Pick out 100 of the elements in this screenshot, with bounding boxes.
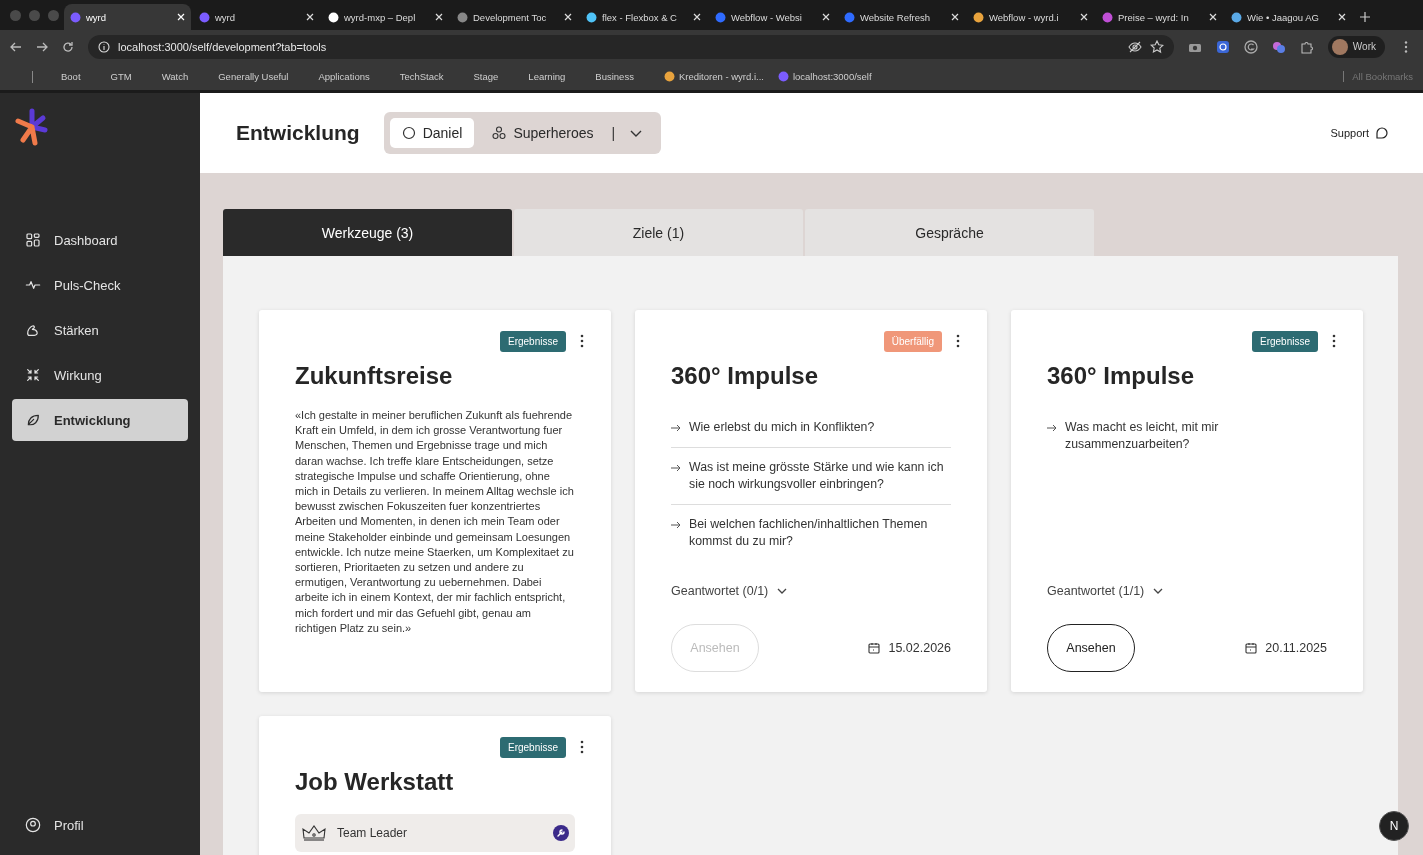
support-link[interactable]: Support: [1330, 126, 1389, 140]
puzzle-icon[interactable]: [1299, 39, 1314, 54]
favicon-icon: [844, 11, 855, 23]
circle-icon: [401, 126, 416, 140]
browser-tab[interactable]: wyrd: [193, 4, 320, 30]
favicon-icon: [70, 11, 81, 23]
browser-tab[interactable]: wyrd-mxp – Depl: [322, 4, 449, 30]
more-icon[interactable]: [580, 740, 584, 754]
card-title: Job Werkstatt: [295, 768, 455, 796]
favicon-icon: [1231, 11, 1242, 23]
question-text: Was ist meine grösste Stärke und wie kann ich sie noch wirkungsvoller einbringen?: [689, 459, 945, 493]
favicon-icon: [973, 11, 984, 23]
status-badge: Ergebnisse: [1251, 330, 1318, 352]
sidebar-item[interactable]: Dashboard: [12, 219, 188, 261]
sidebar-item[interactable]: Stärken: [12, 309, 188, 351]
browser-tab[interactable]: flex - Flexbox & C: [580, 4, 707, 30]
tab[interactable]: Werkzeuge (3): [223, 209, 512, 256]
browser-tab[interactable]: Webflow - wyrd.i: [967, 4, 1094, 30]
separator: |: [611, 125, 616, 141]
card-title: 360° Impulse: [1047, 362, 1195, 390]
view-button[interactable]: Ansehen: [1047, 624, 1135, 672]
favicon-icon: [777, 71, 789, 82]
bookmark[interactable]: GTM: [110, 71, 132, 82]
tab[interactable]: Ziele (1): [514, 209, 803, 256]
favicon-icon: [663, 71, 675, 82]
dashboard-icon: [25, 232, 41, 248]
browser-tab[interactable]: Development Toc: [451, 4, 578, 30]
more-icon[interactable]: [580, 334, 584, 348]
browser-tab[interactable]: wyrd: [64, 4, 191, 30]
chat-icon: [1375, 126, 1389, 140]
close-icon[interactable]: [822, 13, 830, 21]
close-icon[interactable]: [951, 13, 959, 21]
eye-off-icon[interactable]: [1127, 39, 1142, 54]
close-icon[interactable]: [693, 13, 701, 21]
sidebar-item[interactable]: Puls-Check: [12, 264, 188, 306]
question-text: Wie erlebst du mich in Konflikten?: [689, 419, 875, 436]
favicon-icon: [199, 11, 210, 23]
star-icon[interactable]: [1149, 39, 1164, 54]
arrow-icon: [671, 520, 681, 530]
browser-tab[interactable]: Preise – wyrd: In: [1096, 4, 1223, 30]
scope-option[interactable]: Daniel: [389, 118, 475, 148]
card-title: 360° Impulse: [671, 362, 819, 390]
profile-button[interactable]: Work: [1327, 35, 1385, 58]
close-icon[interactable]: [306, 13, 314, 21]
arrow-icon: [671, 423, 681, 433]
answered-count: Geantwortet (0/1): [671, 584, 769, 598]
favicon-icon: [586, 11, 597, 23]
more-icon[interactable]: [1332, 334, 1336, 348]
bookmark[interactable]: Generally Useful: [218, 71, 289, 82]
status-badge: Überfällig: [883, 330, 942, 352]
page-title: Entwicklung: [236, 121, 360, 145]
info-icon[interactable]: [98, 40, 110, 53]
forward-icon[interactable]: [36, 40, 48, 53]
due-date: 15.02.2026: [888, 641, 951, 655]
browser-tab[interactable]: Webflow - Websi: [709, 4, 836, 30]
answered-count: Geantwortet (1/1): [1047, 584, 1145, 598]
bookmark[interactable]: Business: [595, 71, 634, 82]
bookmark[interactable]: Kreditoren - wyrd.i...: [663, 71, 764, 82]
arrow-icon: [671, 463, 681, 473]
address-bar[interactable]: localhost:3000/self/development?tab=tools: [88, 34, 1174, 59]
sidebar-item[interactable]: Entwicklung: [12, 399, 188, 441]
question-text: Was macht es leicht, mit mir zusammenzuarbeiten?: [1065, 419, 1220, 453]
leaf-icon: [25, 412, 41, 428]
close-icon[interactable]: [435, 13, 443, 21]
sidebar-item[interactable]: Wirkung: [12, 354, 188, 396]
wrench-icon[interactable]: [553, 825, 569, 841]
back-icon[interactable]: [10, 40, 22, 53]
card-title: Zukunftsreise: [295, 362, 454, 390]
group-icon: [492, 126, 507, 140]
vision-text: «Ich gestalte in meiner beruflichen Zukunft als fuehrende Kraft ein Umfeld, in dem ich grosse Verantwortung fuer Menschen, Themen und Ergebnisse trage und mich daran wachse. Ich treffe klare Entscheidungen, setze strategische Impulse und schaffe Orientierung, ohne mich in Details zu verlieren. In meinem Alltag wechsle ich bewusst zwischen Fokuszeiten fuer konzentriertes Arbeiten und Momenten, in denen ich mein Team oder meine Stakeholder einbinde und gemeinsam Loesungen entwickle. Ich nutze meine Staerken, um Komplexitaet zu sortieren, Prioritaeten zu setzen und andere zu ermutigen, Verantwortung zu uebernehmen. Dabei arbeite ich in einem Kontext, der mir fachlich entspricht, mich fordert und mir das Gefuehl gibt, genau am richtigen Platz zu sein.»: [295, 408, 575, 636]
close-icon[interactable]: [564, 13, 572, 21]
status-badge: Ergebnisse: [499, 330, 566, 352]
browser-tab[interactable]: Website Refresh: [838, 4, 965, 30]
arrow-icon: [1047, 423, 1057, 433]
bookmark[interactable]: Watch: [161, 71, 189, 82]
question-text: Bei welchen fachlichen/inhaltlichen Themen kommst du zu mir?: [689, 516, 929, 550]
bookmark[interactable]: Stage: [473, 71, 499, 82]
calendar-icon: [868, 642, 881, 654]
more-icon[interactable]: [956, 334, 960, 348]
close-icon[interactable]: [1080, 13, 1088, 21]
bookmark[interactable]: localhost:3000/self: [777, 71, 872, 82]
scope-option[interactable]: Superheroes: [480, 118, 606, 148]
close-icon[interactable]: [1209, 13, 1217, 21]
role-row[interactable]: Team Leader: [295, 814, 575, 852]
bookmark[interactable]: Boot: [61, 71, 81, 82]
browser-tab[interactable]: Wie • Jaagou AG: [1225, 4, 1352, 30]
status-badge: Ergebnisse: [499, 736, 566, 758]
reload-icon[interactable]: [62, 40, 74, 53]
favicon-icon: [1102, 11, 1113, 23]
favicon-icon: [715, 11, 726, 23]
favicon-icon: [328, 11, 339, 23]
bookmark[interactable]: Applications: [318, 71, 370, 82]
favicon-icon: [457, 11, 468, 23]
bookmark[interactable]: Learning: [528, 71, 566, 82]
close-icon[interactable]: [1338, 13, 1346, 21]
tab[interactable]: Gespräche: [805, 209, 1094, 256]
crown-icon: [301, 824, 327, 842]
new-tab-icon[interactable]: [1360, 12, 1370, 22]
profile-link[interactable]: Profil: [12, 817, 188, 855]
bookmark[interactable]: TechStack: [399, 71, 444, 82]
